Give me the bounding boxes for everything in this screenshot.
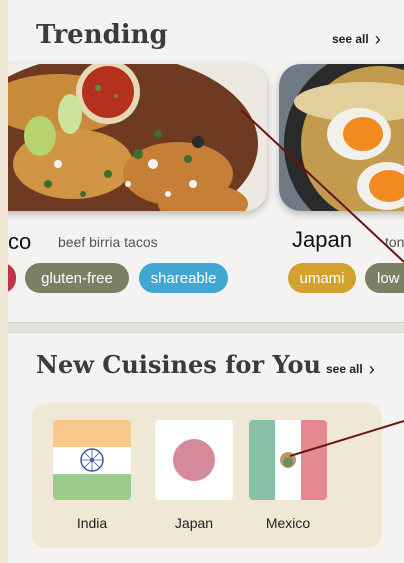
- trending-card-title: Japan: [292, 227, 352, 252]
- trending-card-image-ramen[interactable]: [279, 64, 404, 211]
- tag-chip-shareable[interactable]: shareable: [139, 263, 228, 293]
- mexico-flag-icon[interactable]: [249, 420, 327, 500]
- section-divider: [8, 322, 404, 333]
- cuisine-label-japan: Japan: [174, 515, 214, 531]
- app-frame: Trending see all › co beef birria tacos …: [0, 0, 404, 563]
- trending-see-all-button[interactable]: see all ›: [332, 30, 381, 48]
- trending-card-image-tacos[interactable]: [8, 64, 267, 211]
- tag-chip-umami[interactable]: umami: [288, 263, 356, 293]
- cuisines-see-all-button[interactable]: see all ›: [326, 360, 375, 378]
- japan-flag-icon[interactable]: [155, 420, 233, 500]
- home-screen: Trending see all › co beef birria tacos …: [8, 0, 404, 563]
- trending-card-description: ton: [385, 234, 404, 250]
- trending-card-title: co: [8, 229, 32, 254]
- trending-title: Trending: [36, 20, 168, 50]
- tag-chip[interactable]: [8, 263, 16, 293]
- new-cuisines-title: New Cuisines for You: [36, 350, 321, 379]
- chevron-right-icon: ›: [374, 29, 381, 49]
- india-flag-icon[interactable]: [53, 420, 131, 500]
- ramen-photo: [279, 64, 404, 211]
- tag-chip-gluten-free[interactable]: gluten-free: [25, 263, 129, 293]
- tag-chip-low-carb[interactable]: low c: [365, 263, 404, 293]
- tacos-photo: [8, 64, 267, 211]
- chevron-right-icon: ›: [368, 359, 375, 379]
- see-all-label: see all: [332, 32, 369, 46]
- cuisine-label-mexico: Mexico: [265, 515, 311, 531]
- cuisine-list: India Japan Mexico: [32, 403, 382, 548]
- see-all-label: see all: [326, 362, 363, 376]
- trending-card-description: beef birria tacos: [58, 234, 158, 250]
- cuisine-label-india: India: [76, 515, 108, 531]
